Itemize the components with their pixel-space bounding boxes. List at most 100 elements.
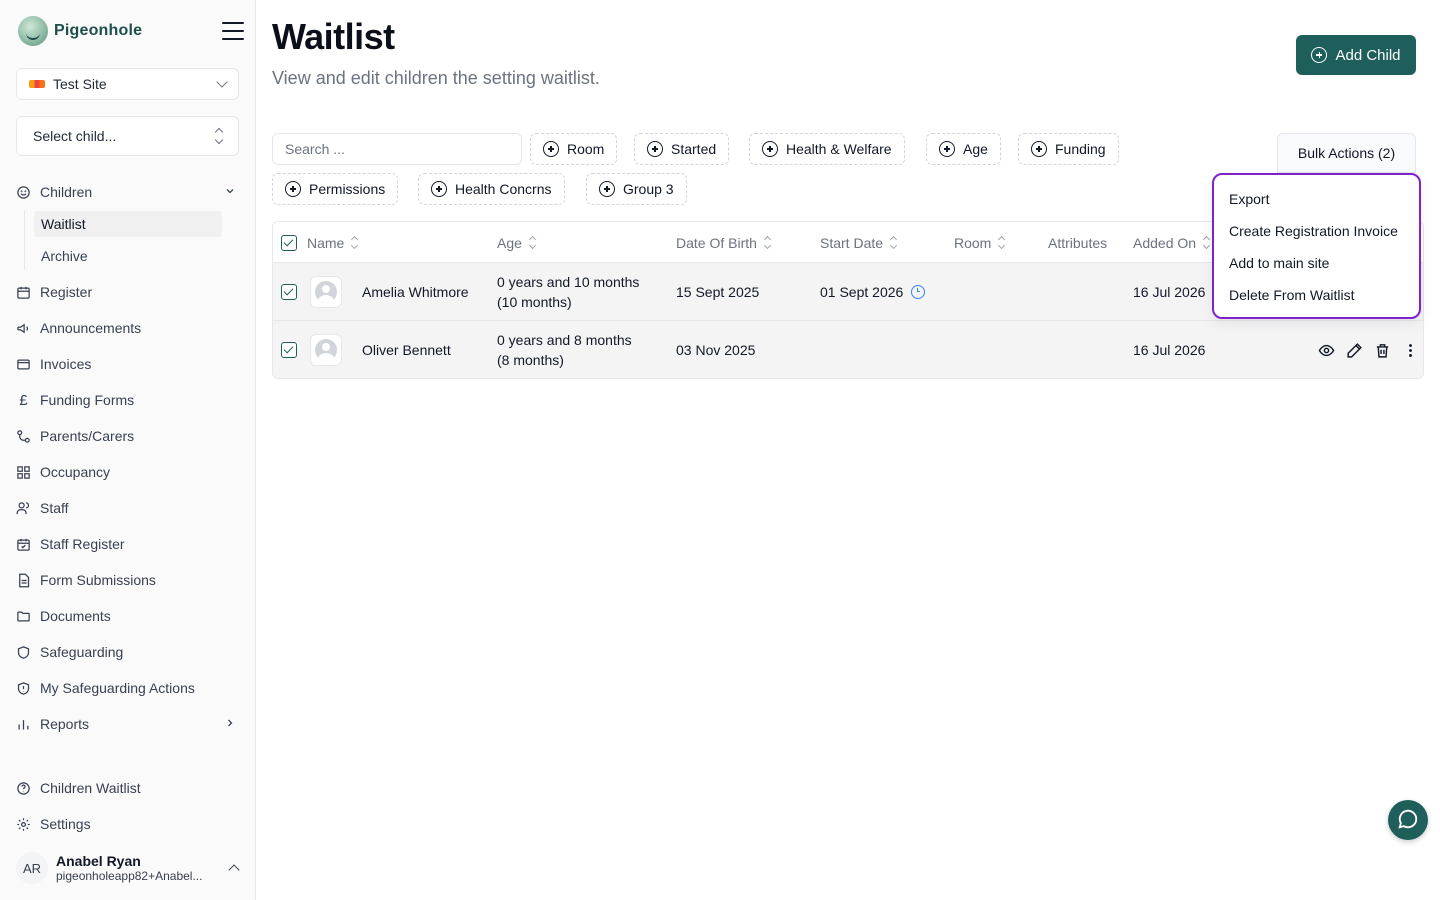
user-email: pigeonholeapp82+Anabel... [56, 869, 203, 883]
search-input[interactable] [272, 133, 522, 165]
child-name[interactable]: Oliver Bennett [362, 321, 451, 378]
plus-circle-icon [1311, 47, 1328, 63]
pigeonhole-logo [18, 16, 48, 46]
add-child-button[interactable]: Add Child [1296, 35, 1416, 75]
user-menu[interactable]: AR Anabel Ryan pigeonholeapp82+Anabel... [16, 850, 240, 886]
column-start-date[interactable]: Start Date [820, 222, 898, 263]
filter-label: Health & Welfare [786, 141, 892, 157]
sidebar-item-label: Invoices [40, 356, 92, 372]
sidebar-item-documents[interactable]: Documents [16, 602, 240, 630]
column-name[interactable]: Name [307, 222, 359, 263]
site-select[interactable]: Test Site [16, 68, 239, 100]
sidebar-item-my-safeguarding-actions[interactable]: My Safeguarding Actions [16, 674, 240, 702]
column-date-of-birth[interactable]: Date Of Birth [676, 222, 771, 263]
row-checkbox[interactable] [281, 342, 297, 358]
plus-circle-icon [599, 181, 615, 197]
menu-item-create-registration-invoice[interactable]: Create Registration Invoice [1214, 215, 1419, 247]
sidebar-item-waitlist[interactable]: Waitlist [34, 211, 222, 237]
sidebar-item-label: Documents [40, 608, 111, 624]
more-vertical-icon[interactable] [1401, 341, 1419, 359]
eye-icon[interactable] [1317, 341, 1335, 359]
filter-started[interactable]: Started [634, 133, 730, 165]
menu-item-add-to-main-site[interactable]: Add to main site [1214, 247, 1419, 279]
sort-icon [889, 235, 898, 250]
brand[interactable]: Pigeonhole [18, 16, 142, 46]
child-select[interactable]: Select child... [16, 116, 239, 156]
child-avatar [310, 334, 342, 366]
grid-icon [16, 465, 31, 480]
child-name[interactable]: Amelia Whitmore [362, 263, 469, 321]
calendar-icon [16, 285, 31, 300]
sidebar-item-reports[interactable]: Reports [16, 710, 240, 738]
chevrons-up-down-icon [214, 127, 224, 145]
sort-icon [998, 235, 1006, 250]
menu-item-delete-from-waitlist[interactable]: Delete From Waitlist [1214, 279, 1419, 311]
filter-group-3[interactable]: Group 3 [586, 173, 687, 205]
chevron-right-icon [224, 716, 236, 732]
child-age: 0 years and 8 months (8 months) [497, 321, 632, 378]
site-label: Test Site [53, 76, 107, 92]
filter-room[interactable]: Room [530, 133, 618, 165]
sidebar-item-safeguarding[interactable]: Safeguarding [16, 638, 240, 666]
sidebar-item-form-submissions[interactable]: Form Submissions [16, 566, 240, 594]
sidebar-item-staff-register[interactable]: Staff Register [16, 530, 240, 558]
menu-item-export[interactable]: Export [1214, 183, 1419, 215]
plus-circle-icon [431, 181, 447, 197]
sidebar-item-children[interactable]: Children [16, 178, 240, 206]
filter-health-concerns[interactable]: Health Concrns [418, 173, 565, 205]
sidebar-item-label: My Safeguarding Actions [40, 680, 195, 696]
hamburger-menu-icon[interactable] [222, 22, 244, 40]
sidebar-item-invoices[interactable]: Invoices [16, 350, 240, 378]
sidebar-item-announcements[interactable]: Announcements [16, 314, 240, 342]
children-icon [16, 185, 31, 200]
sidebar-item-settings[interactable]: Settings [16, 810, 240, 838]
filter-age[interactable]: Age [926, 133, 1001, 165]
filter-funding[interactable]: Funding [1018, 133, 1119, 165]
age-years: 0 years and 8 months [497, 332, 632, 348]
pound-icon: £ [19, 391, 28, 409]
sidebar-item-label: Announcements [40, 320, 142, 336]
child-avatar [310, 276, 342, 308]
filter-label: Health Concrns [455, 181, 552, 197]
sidebar-item-register[interactable]: Register [16, 278, 240, 306]
chat-button[interactable] [1388, 800, 1428, 840]
bar-chart-icon [16, 717, 31, 732]
column-label: Start Date [820, 234, 884, 251]
page-title: Waitlist [272, 16, 395, 57]
bulk-actions-button[interactable]: Bulk Actions (2) [1277, 133, 1416, 173]
bulk-actions-menu: Export Create Registration Invoice Add t… [1212, 173, 1421, 319]
filter-label: Permissions [309, 181, 386, 197]
parents-icon [16, 429, 31, 444]
table-row[interactable]: Oliver Bennett 0 years and 8 months (8 m… [273, 321, 1423, 378]
date-of-birth: 15 Sept 2025 [676, 284, 760, 300]
avatar: AR [16, 852, 48, 884]
column-room[interactable]: Room [954, 222, 1006, 263]
sidebar-item-label: Staff Register [40, 536, 125, 552]
row-checkbox[interactable] [281, 284, 297, 300]
sidebar-item-archive[interactable]: Archive [34, 243, 222, 269]
column-added-on[interactable]: Added On [1133, 222, 1211, 263]
filter-permissions[interactable]: Permissions [272, 173, 399, 205]
column-label: Added On [1133, 234, 1197, 251]
sidebar: Pigeonhole Test Site Select child... Chi… [0, 0, 256, 900]
sidebar-item-staff[interactable]: Staff [16, 494, 240, 522]
add-child-label: Add Child [1335, 46, 1401, 64]
sidebar-item-parents-carers[interactable]: Parents/Carers [16, 422, 240, 450]
trash-icon[interactable] [1373, 341, 1391, 359]
column-label: Name [307, 234, 345, 251]
filter-health-welfare[interactable]: Health & Welfare [749, 133, 905, 165]
plus-circle-icon [543, 141, 559, 157]
column-label: Age [497, 234, 522, 251]
sidebar-item-funding-forms[interactable]: £ Funding Forms [16, 386, 240, 414]
pencil-icon[interactable] [1345, 341, 1363, 359]
added-on: 16 Jul 2026 [1133, 284, 1206, 300]
site-flag-icon [29, 80, 45, 88]
sidebar-item-occupancy[interactable]: Occupancy [16, 458, 240, 486]
select-all-checkbox[interactable] [281, 234, 297, 251]
clock-icon [911, 285, 926, 299]
column-age[interactable]: Age [497, 222, 536, 263]
age-months: (10 months) [497, 294, 572, 310]
folder-icon [16, 609, 31, 624]
sidebar-item-children-waitlist[interactable]: Children Waitlist [16, 774, 240, 802]
chevron-up-icon [228, 864, 240, 876]
